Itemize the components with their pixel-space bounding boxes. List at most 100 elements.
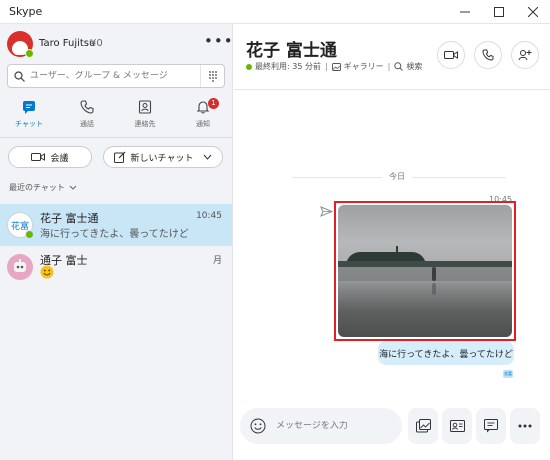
search-box[interactable] (7, 64, 225, 88)
search-label: 検索 (406, 62, 423, 71)
contact-card-icon (449, 420, 465, 432)
chat-time: 10:45 (196, 211, 222, 221)
chat-icon (0, 98, 58, 116)
message-bubble[interactable]: 海に行ってきたよ、曇ってたけど (378, 341, 514, 365)
new-chat-label: 新しいチャット (130, 153, 194, 164)
profile-name[interactable]: Taro Fujitsu (39, 38, 95, 49)
more-options-icon[interactable]: ••• (204, 32, 234, 50)
maximize-icon (494, 6, 504, 17)
smile-emoji-icon (40, 265, 54, 282)
add-files-button[interactable] (408, 408, 438, 444)
gallery-link[interactable]: ギャラリー (331, 61, 384, 72)
title-bar: Skype (0, 0, 550, 24)
avatar-initials: 花富 (10, 221, 29, 232)
tab-calls[interactable]: 通話 (58, 98, 116, 136)
tab-contacts[interactable]: 連絡先 (116, 98, 174, 136)
emoji-button[interactable] (240, 418, 276, 434)
presence-online-icon (25, 230, 34, 239)
message-input[interactable] (276, 421, 386, 431)
skype-credit[interactable]: ¥0 (90, 38, 103, 49)
conversation-search-link[interactable]: 検索 (394, 61, 422, 72)
read-receipt-initials: 花富 (504, 371, 512, 376)
sent-status-icon (320, 206, 334, 220)
add-person-icon (518, 50, 532, 61)
phone-icon (58, 98, 116, 116)
tab-label: 通話 (80, 120, 94, 128)
avatar (7, 254, 33, 280)
compose-icon (113, 151, 126, 163)
search-icon (8, 70, 30, 82)
tab-label: 連絡先 (134, 120, 156, 128)
send-contact-button[interactable] (442, 408, 472, 444)
date-divider-label: 今日 (382, 171, 412, 182)
last-seen: 最終利用: 35 分前 (255, 62, 321, 71)
sidebar: Taro Fujitsu ¥0 ••• チャット (0, 24, 233, 460)
photo-person-reflection (432, 283, 436, 295)
conversation-subtitle: 最終利用: 35 分前 | ギャラリー | 検索 (246, 61, 422, 72)
nav-tabs: チャット 通話 連絡先 1 通知 (0, 98, 233, 136)
notification-badge: 1 (208, 98, 219, 109)
message-square-icon (484, 419, 498, 433)
tab-label: 通知 (196, 120, 210, 128)
emoji-icon (250, 418, 266, 434)
maximize-button[interactable] (482, 0, 516, 24)
chevron-down-icon (203, 154, 212, 160)
bell-icon (174, 98, 232, 116)
profile-bar: Taro Fujitsu ¥0 ••• (0, 24, 233, 62)
chat-last-message: 海に行ってきたよ、曇ってたけど (40, 229, 189, 240)
audio-call-button[interactable] (474, 41, 502, 69)
tab-chats[interactable]: チャット (0, 98, 58, 136)
media-gallery-icon (415, 419, 431, 433)
photo-wet-sand (338, 267, 512, 281)
more-options-button[interactable] (510, 408, 540, 444)
recent-chats-label: 最近のチャット (9, 183, 65, 192)
tab-notifications[interactable]: 1 通知 (174, 98, 232, 136)
minimize-button[interactable] (448, 0, 482, 24)
search-input[interactable] (30, 71, 190, 81)
dialpad-icon[interactable] (200, 65, 224, 87)
photo-tower (396, 246, 398, 256)
presence-online-icon (246, 63, 252, 70)
robot-avatar-icon (14, 259, 26, 272)
gallery-label: ギャラリー (343, 62, 384, 71)
video-call-button[interactable] (437, 41, 465, 69)
close-button[interactable] (516, 0, 550, 24)
window-title: Skype (9, 5, 43, 18)
avatar: 花富 (7, 212, 34, 239)
separator: | (324, 62, 328, 71)
chat-time: 月 (212, 256, 222, 266)
conversation-title[interactable]: 花子 富士通 (246, 36, 337, 61)
divider (0, 137, 233, 138)
meet-now-label: 会議 (50, 153, 69, 164)
highlighted-photo-message[interactable] (334, 201, 516, 341)
new-chat-button[interactable]: 新しいチャット (103, 146, 223, 168)
chat-list-item[interactable]: 花富 花子 富士通 海に行ってきたよ、曇ってたけど 10:45 (0, 204, 232, 246)
contacts-icon (116, 98, 174, 116)
conversation-pane: 花子 富士通 最終利用: 35 分前 | ギャラリー | 検索 今日 10:45 (234, 24, 550, 460)
meet-now-button[interactable]: 会議 (8, 146, 92, 168)
chat-name: 花子 富士通 (40, 212, 99, 225)
message-composer[interactable] (240, 408, 402, 444)
beach-photo[interactable] (338, 205, 512, 337)
more-horizontal-icon (518, 424, 532, 428)
phone-icon (482, 49, 494, 61)
search-icon (394, 62, 404, 71)
chat-extras-button[interactable] (476, 408, 506, 444)
minimize-icon (460, 11, 470, 12)
close-icon (528, 6, 538, 17)
chevron-down-icon (69, 185, 77, 190)
add-participant-button[interactable] (511, 41, 539, 69)
recent-chats-header[interactable]: 最近のチャット (9, 182, 77, 193)
video-camera-icon (444, 51, 458, 59)
photo-person (432, 267, 436, 281)
video-camera-icon (31, 152, 46, 162)
separator: | (387, 62, 391, 71)
chat-list-item[interactable]: 通子 富士 月 (0, 246, 232, 288)
message-text: 海に行ってきたよ、曇ってたけど (379, 349, 513, 360)
conversation-header: 花子 富士通 最終利用: 35 分前 | ギャラリー | 検索 (234, 24, 550, 90)
gallery-icon (331, 62, 341, 71)
presence-online-icon (25, 49, 34, 58)
read-receipt-avatar: 花富 (503, 370, 513, 378)
profile-avatar[interactable] (7, 31, 34, 58)
tab-label: チャット (15, 120, 43, 128)
